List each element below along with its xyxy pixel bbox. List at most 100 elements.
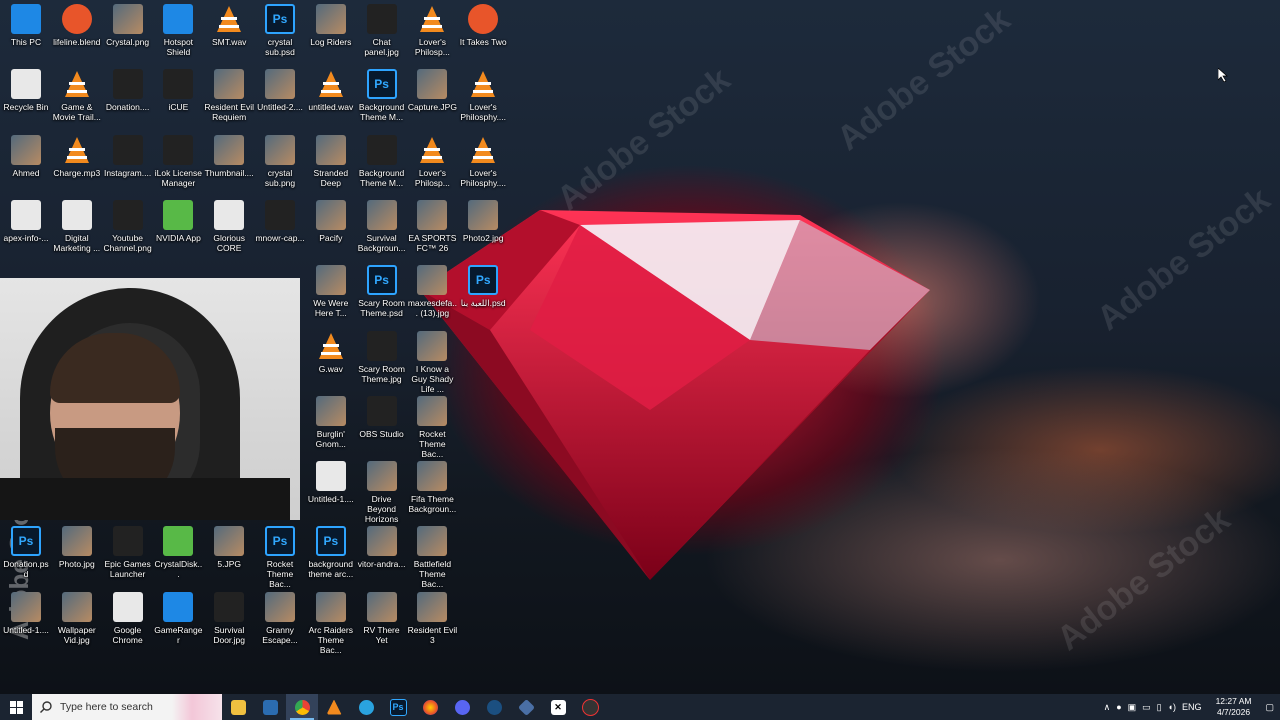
desktop-icon[interactable]: NVIDIA App [153,199,203,243]
file-icon [214,526,245,557]
desktop-icon[interactable]: Resident Evil 3 [407,591,457,645]
desktop-icon[interactable]: Drive Beyond Horizons [357,461,407,524]
desktop-icon[interactable]: vitor-andra... [357,526,407,569]
app-diamond-taskbar[interactable] [510,694,542,720]
desktop-icon[interactable]: Granny Escape... [255,591,305,645]
desktop-icon[interactable]: Untitled-1.... [306,461,356,504]
desktop-icon[interactable]: Burglin' Gnom... [306,395,356,449]
photoshop-taskbar[interactable]: Ps [382,694,414,720]
desktop-icon[interactable]: G.wav [306,331,356,374]
desktop-icon[interactable]: Untitled-2.... [255,69,305,112]
desktop-icon[interactable]: Glorious CORE [204,199,254,253]
desktop-icon[interactable]: untitled.wav [306,69,356,112]
obs-taskbar[interactable] [574,694,606,720]
desktop-icon[interactable]: Ps Scary Room Theme.psd [357,265,407,318]
network-icon[interactable]: ▭ [1142,702,1151,713]
app-tray-icon[interactable]: ▣ [1128,702,1137,713]
desktop-icon[interactable]: Ahmed [1,134,51,178]
desktop-icon[interactable]: Youtube Channel.png [103,199,153,253]
desktop-icon[interactable]: Log Riders [306,4,356,47]
desktop-icon[interactable]: Recycle Bin [1,69,51,112]
desktop-icon[interactable]: This PC [1,4,51,47]
desktop-icon[interactable]: I Know a Guy Shady Life ... [407,330,457,394]
language-indicator[interactable]: ENG [1182,702,1202,712]
telegram-taskbar[interactable] [350,694,382,720]
file-icon [468,199,499,230]
desktop-icon[interactable]: Photo2.jpg [458,199,508,243]
desktop-icon[interactable]: Untitled-1.... [1,591,51,635]
volume-icon[interactable]: ◖) [1168,702,1176,712]
chrome-taskbar[interactable] [286,694,318,720]
desktop-icon[interactable]: Rocket Theme Bac... [407,395,457,459]
desktop-icon[interactable]: Google Chrome [103,591,153,645]
taskbar-clock[interactable]: 12:27 AM 4/7/2026 [1216,696,1252,718]
desktop-icon[interactable]: Arc Raiders Theme Bac... [306,591,356,655]
file-icon [315,265,346,296]
desktop-icon[interactable]: Digital Marketing ... [52,199,102,253]
desktop-icon[interactable]: Resident Evil Requiem [204,69,254,122]
desktop-icon[interactable]: 5.JPG [204,526,254,569]
store-taskbar[interactable] [254,694,286,720]
capcut-taskbar[interactable]: ✕ [542,694,574,720]
desktop-icon[interactable]: lifeline.blend [52,4,102,47]
desktop-icon[interactable]: Ps Rocket Theme Bac... [255,526,305,589]
desktop-icon[interactable]: mnowr-cap... [255,199,305,243]
desktop-icon[interactable]: SMT.wav [204,4,254,47]
desktop-icon[interactable]: We Were Here T... [306,265,356,318]
firefox-taskbar[interactable] [414,694,446,720]
desktop-icon[interactable]: Capture.JPG [407,69,457,112]
desktop-icon[interactable]: Fifa Theme Backgroun... [407,461,457,514]
desktop-icon[interactable]: Background Theme M... [357,134,407,188]
desktop-icon[interactable]: Stranded Deep [306,134,356,188]
desktop-icon[interactable]: Ps Donation.psd [1,526,51,579]
desktop-icon[interactable]: CrystalDisk... [153,526,203,579]
desktop-icon[interactable]: Ps Background Theme M... [357,69,407,122]
desktop-icon[interactable]: Survival Backgroun... [357,199,407,253]
desktop-icon[interactable]: Lover's Philosphy.... [458,69,508,122]
desktop-icon[interactable]: GameRanger [153,591,203,645]
desktop-icon[interactable]: Lover's Philosp... [407,4,457,57]
desktop-icon[interactable]: Lover's Philosp... [407,135,457,188]
desktop-icon[interactable]: Crystal.png [103,4,153,47]
desktop-icon[interactable]: Photo.jpg [52,526,102,569]
file-icon [163,134,194,165]
desktop-icon[interactable]: Charge.mp3 [52,135,102,178]
desktop-icon[interactable]: crystal sub.png [255,134,305,188]
notification-icon[interactable]: ▢ [1265,702,1274,713]
file-explorer-taskbar[interactable] [222,694,254,720]
desktop-icon[interactable]: Battlefield Theme Bac... [407,526,457,589]
desktop-icon[interactable]: Hotspot Shield [153,4,203,57]
desktop-icon[interactable]: Epic Games Launcher [103,526,153,579]
desktop-icon[interactable]: Donation.... [103,69,153,112]
taskbar-search[interactable]: Type here to search [32,694,222,720]
vlc-taskbar[interactable] [318,694,350,720]
desktop-icon[interactable]: EA SPORTS FC™ 26 [407,199,457,253]
steam-taskbar[interactable] [478,694,510,720]
desktop-icon[interactable]: maxresdefa... (13).jpg [407,265,457,318]
desktop-icon[interactable]: RV There Yet [357,591,407,645]
desktop-icon[interactable]: It Takes Two [458,4,508,47]
start-button[interactable] [0,694,32,720]
desktop-icon[interactable]: Ps background theme arc... [306,526,356,579]
desktop-icon[interactable]: Ps crystal sub.psd [255,4,305,57]
desktop-icon[interactable]: iCUE [153,69,203,112]
desktop-icon[interactable]: OBS Studio [357,395,407,439]
desktop-icon[interactable]: Thumbnail.... [204,134,254,178]
discord-taskbar[interactable] [446,694,478,720]
desktop-icon[interactable]: Instagram.... [103,134,153,178]
desktop-icon[interactable]: iLok License Manager [153,134,203,188]
desktop-icon[interactable]: Chat panel.jpg [357,4,407,57]
desktop-icon[interactable]: Ps اللعبة بنا.psd [458,265,508,308]
battery-icon[interactable]: ▯ [1157,702,1162,713]
desktop-icon[interactable]: apex-info-... [1,199,51,243]
desktop-icon[interactable]: Game & Movie Trail... [52,69,102,122]
desktop-icon-label: Donation.psd [3,559,49,580]
desktop-icon[interactable]: Wallpaper Vid.jpg [52,591,102,645]
desktop-icon[interactable]: Scary Room Theme.jpg [357,330,407,384]
chevron-up-icon[interactable]: ∧ [1104,702,1111,713]
desktop-icon[interactable]: Lover's Philosphy.... [458,135,508,188]
desktop-icon[interactable]: Survival Door.jpg [204,591,254,645]
desktop-icon-label: crystal sub.png [264,167,296,188]
microphone-icon[interactable]: ● [1116,702,1121,712]
desktop-icon[interactable]: Pacify [306,199,356,243]
